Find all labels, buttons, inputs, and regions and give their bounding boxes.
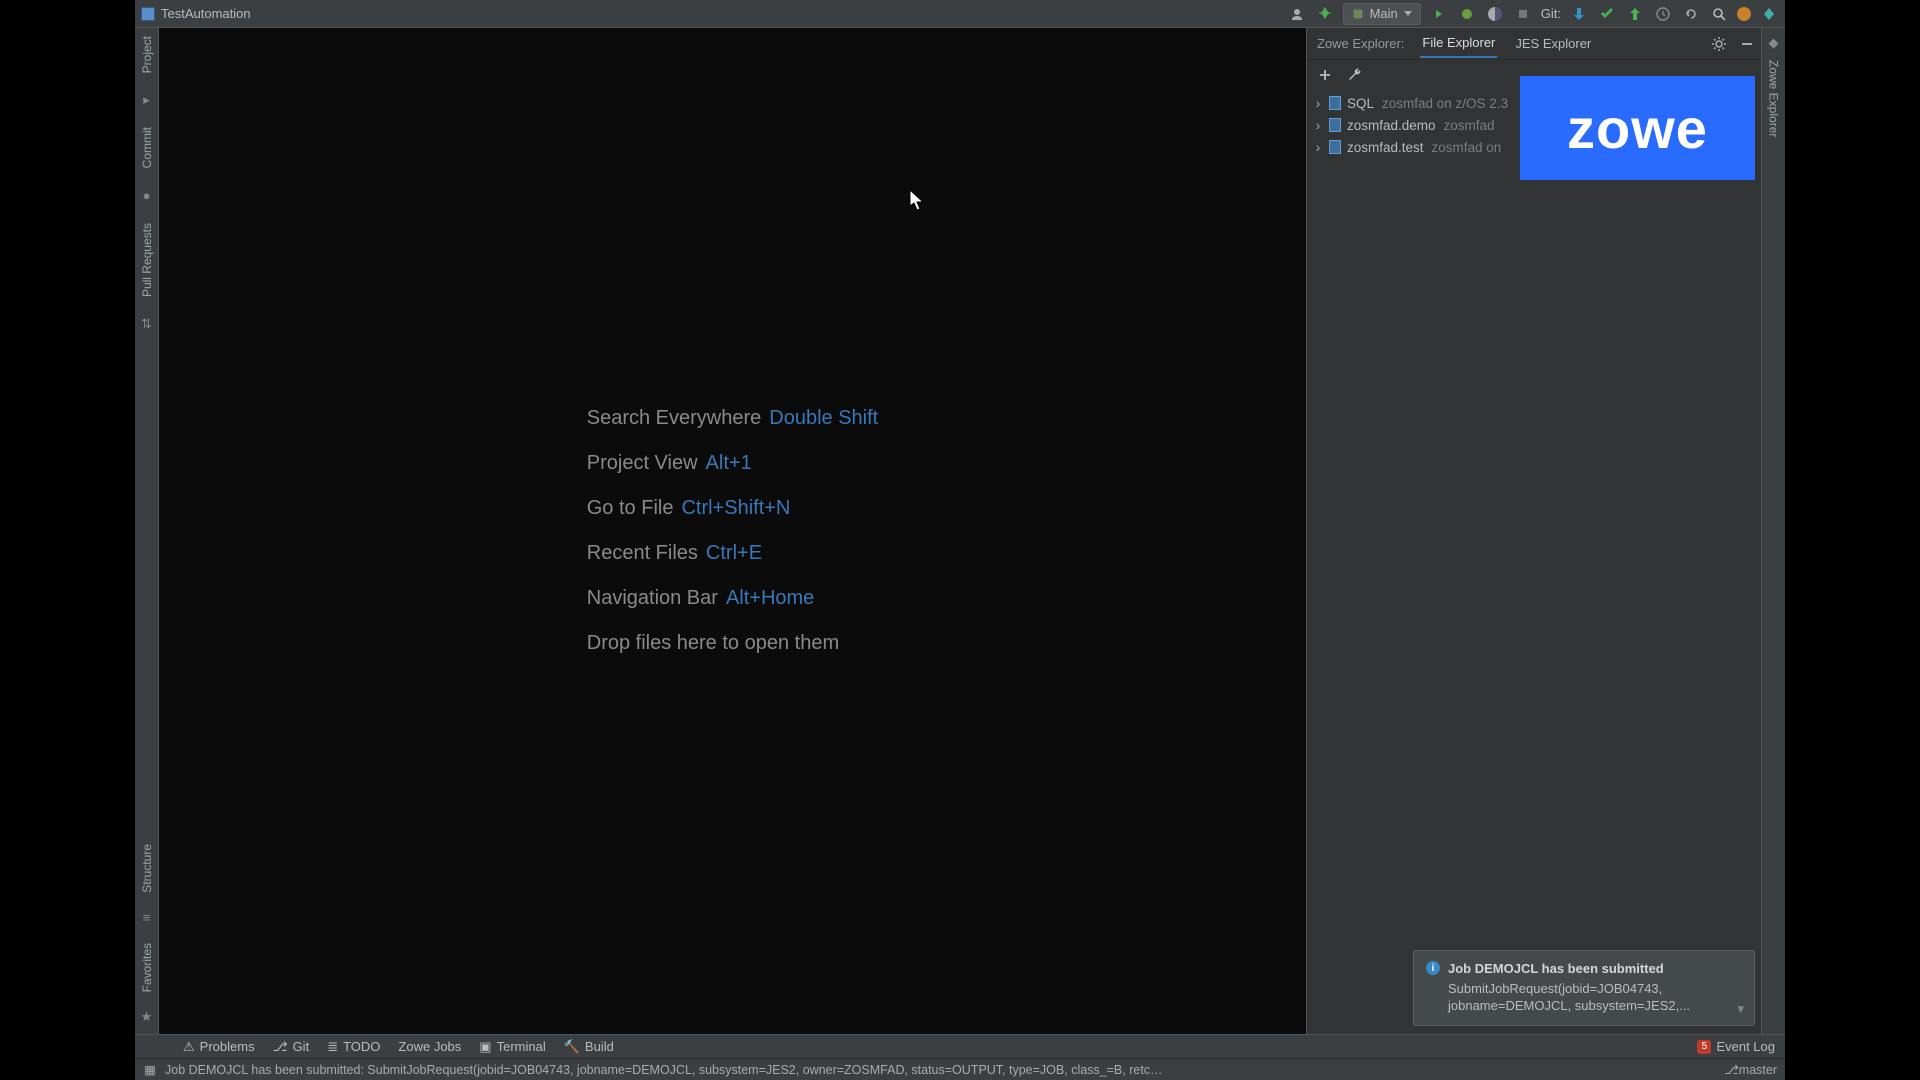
dataset-icon — [1329, 118, 1341, 132]
tree-item-detail: zosmfad on z/OS 2.3 — [1382, 96, 1508, 111]
git-push-icon[interactable] — [1625, 4, 1645, 24]
debug-button[interactable] — [1457, 4, 1477, 24]
run-config-label: Main — [1370, 6, 1398, 21]
tree-item-name: zosmfad.test — [1347, 140, 1424, 155]
stop-button[interactable] — [1513, 4, 1533, 24]
tree-item-name: zosmfad.demo — [1347, 118, 1436, 133]
tree-item-detail: zosmfad on — [1432, 140, 1502, 155]
notification-toast[interactable]: i Job DEMOJCL has been submitted SubmitJ… — [1413, 950, 1755, 1026]
welcome-shortcut: Double Shift — [769, 407, 878, 429]
bottom-toolbar: ⚠Problems ⎇Git ≣TODO Zowe Jobs ▣Terminal… — [135, 1034, 1785, 1058]
chevron-right-icon: › — [1313, 96, 1323, 111]
tree-item-detail: zosmfad — [1444, 118, 1495, 133]
welcome-shortcut: Ctrl+Shift+N — [681, 497, 790, 519]
star-icon: ★ — [140, 1010, 154, 1024]
sidebar-item-commit[interactable]: Commit — [140, 127, 154, 168]
chevron-down-icon[interactable]: ▾ — [1737, 1001, 1744, 1017]
bottom-item-zowe-jobs[interactable]: Zowe Jobs — [398, 1039, 461, 1054]
event-count-badge: 5 — [1697, 1040, 1711, 1054]
dataset-icon — [1329, 140, 1341, 154]
zowe-badge: zowe — [1520, 76, 1755, 180]
left-tool-gutter: Project ▸ Commit ● Pull Requests ⇅ Struc… — [135, 28, 159, 1034]
gear-icon[interactable] — [1709, 34, 1729, 54]
status-message: Job DEMOJCL has been submitted: SubmitJo… — [165, 1063, 1165, 1077]
project-icon — [141, 7, 155, 21]
structure-icon: ≡ — [140, 911, 154, 925]
bottom-item-terminal[interactable]: ▣Terminal — [479, 1039, 545, 1055]
tree-item-name: SQL — [1347, 96, 1374, 111]
dataset-icon — [1329, 96, 1341, 110]
sidebar-item-structure[interactable]: Structure — [140, 844, 154, 893]
list-icon: ≣ — [327, 1039, 338, 1055]
pr-icon: ⇅ — [140, 317, 154, 331]
status-bar: ▦ Job DEMOJCL has been submitted: Submit… — [135, 1058, 1785, 1080]
folder-icon[interactable]: ▸ — [140, 93, 154, 107]
run-config-select[interactable]: Main — [1343, 3, 1421, 25]
bottom-item-todo[interactable]: ≣TODO — [327, 1039, 380, 1055]
build-icon[interactable] — [1315, 4, 1335, 24]
welcome-label: Recent Files — [587, 542, 698, 564]
warning-icon: ⚠ — [183, 1039, 195, 1055]
welcome-drop: Drop files here to open them — [587, 632, 839, 654]
bottom-item-problems[interactable]: ⚠Problems — [183, 1039, 255, 1055]
hammer-icon: 🔨 — [564, 1039, 580, 1055]
chevron-right-icon: › — [1313, 140, 1323, 155]
welcome-label: Search Everywhere — [587, 407, 762, 429]
body: Project ▸ Commit ● Pull Requests ⇅ Struc… — [135, 28, 1785, 1034]
commit-dot-icon: ● — [140, 189, 154, 203]
coverage-button[interactable] — [1485, 4, 1505, 24]
info-icon: i — [1426, 961, 1440, 975]
bottom-item-git[interactable]: ⎇Git — [273, 1039, 310, 1055]
sidebar-item-favorites[interactable]: Favorites — [140, 943, 154, 992]
minimize-icon[interactable] — [1737, 34, 1757, 54]
bottom-item-build[interactable]: 🔨Build — [564, 1039, 614, 1055]
add-config-icon[interactable] — [1287, 4, 1307, 24]
status-tools-icon[interactable]: ▦ — [143, 1063, 157, 1077]
terminal-icon: ▣ — [479, 1039, 491, 1055]
bottom-item-event-log[interactable]: 5Event Log — [1697, 1039, 1775, 1054]
plugin-icon[interactable] — [1759, 4, 1779, 24]
search-icon[interactable] — [1709, 4, 1729, 24]
zowe-explorer-panel: Zowe Explorer: File Explorer JES Explore… — [1306, 28, 1761, 1034]
welcome-shortcut: Alt+1 — [706, 452, 752, 474]
project-title: TestAutomation — [161, 6, 251, 21]
git-label: Git: — [1541, 6, 1561, 21]
ide-window: TestAutomation Main Git: — [135, 0, 1785, 1080]
ide-updates-icon[interactable] — [1737, 7, 1751, 21]
branch-icon: ⎇ — [1724, 1063, 1738, 1077]
chevron-right-icon: › — [1313, 118, 1323, 133]
zowe-panel-title: Zowe Explorer: — [1317, 36, 1404, 51]
welcome-label: Project View — [587, 452, 698, 474]
sidebar-item-pull-requests[interactable]: Pull Requests — [140, 223, 154, 297]
welcome-shortcut: Ctrl+E — [706, 542, 762, 564]
notification-title: Job DEMOJCL has been submitted — [1448, 961, 1664, 976]
notification-body: SubmitJobRequest(jobid=JOB04743, jobname… — [1448, 980, 1724, 1015]
rollback-icon[interactable] — [1681, 4, 1701, 24]
zowe-tabs: Zowe Explorer: File Explorer JES Explore… — [1307, 28, 1761, 60]
welcome-shortcut: Alt+Home — [726, 587, 814, 609]
add-icon[interactable] — [1317, 67, 1333, 83]
history-icon[interactable] — [1653, 4, 1673, 24]
editor-area[interactable]: Search Everywhere Double Shift Project Vi… — [159, 28, 1306, 1034]
right-tool-gutter: ◆ Zowe Explorer — [1761, 28, 1785, 1034]
welcome-label: Go to File — [587, 497, 674, 519]
tab-jes-explorer[interactable]: JES Explorer — [1513, 30, 1593, 57]
sidebar-item-project[interactable]: Project — [140, 36, 154, 73]
git-branch-indicator[interactable]: ⎇master — [1724, 1062, 1777, 1077]
welcome-label: Navigation Bar — [587, 587, 718, 609]
run-button[interactable] — [1429, 4, 1449, 24]
titlebar: TestAutomation Main Git: — [135, 0, 1785, 28]
branch-icon: ⎇ — [273, 1039, 288, 1055]
chevron-down-icon — [1404, 11, 1412, 16]
welcome-panel: Search Everywhere Double Shift Project Vi… — [587, 407, 879, 655]
git-pull-icon[interactable] — [1569, 4, 1589, 24]
tab-file-explorer[interactable]: File Explorer — [1420, 29, 1497, 58]
git-commit-icon[interactable] — [1597, 4, 1617, 24]
sidebar-item-zowe-explorer[interactable]: Zowe Explorer — [1767, 60, 1781, 137]
zowe-icon[interactable]: ◆ — [1767, 36, 1781, 50]
wrench-icon[interactable] — [1347, 67, 1363, 83]
